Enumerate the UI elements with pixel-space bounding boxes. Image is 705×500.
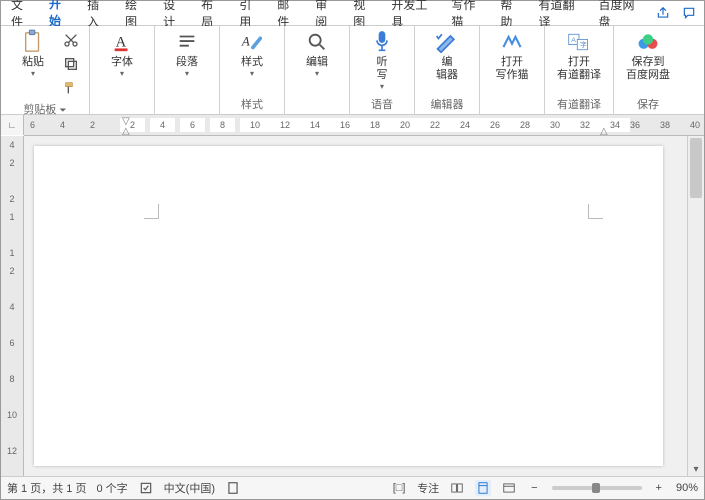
font-button[interactable]: A 字体 ▾ xyxy=(96,28,148,80)
group-voice-label: 语音 xyxy=(371,95,393,114)
styles-icon: A xyxy=(240,30,264,54)
zoom-in-button[interactable]: + xyxy=(652,482,666,494)
edit-button[interactable]: 编辑 ▾ xyxy=(291,28,343,80)
chevron-down-icon: ▾ xyxy=(315,69,319,78)
zoom-out-button[interactable]: − xyxy=(527,482,541,494)
dictate-button[interactable]: 听 写 ▾ xyxy=(356,28,408,93)
menu-bar: 文件 开始 插入 绘图 设计 布局 引用 邮件 审阅 视图 开发工具 写作猫 帮… xyxy=(1,1,704,26)
document-area[interactable] xyxy=(24,136,687,476)
comments-button[interactable] xyxy=(676,3,702,23)
paragraph-button[interactable]: 段落 ▾ xyxy=(161,28,213,80)
svg-text:A: A xyxy=(571,37,576,44)
vertical-ruler[interactable]: 42211246810124 xyxy=(1,136,24,476)
group-xiezuomao: 打开 写作猫 xyxy=(480,26,545,114)
styles-label: 样式 xyxy=(241,56,263,69)
editor-label: 编 辑器 xyxy=(436,56,458,82)
clipboard-icon xyxy=(21,30,45,54)
web-layout-icon[interactable] xyxy=(501,480,517,496)
group-youdao-label: 有道翻译 xyxy=(557,95,601,114)
editor-button[interactable]: 编 辑器 xyxy=(421,28,473,84)
zoom-slider[interactable] xyxy=(552,486,642,490)
chevron-down-icon: ▾ xyxy=(250,69,254,78)
styles-button[interactable]: A 样式 ▾ xyxy=(226,28,278,80)
proofing-icon[interactable] xyxy=(138,480,154,496)
baidu-cloud-icon xyxy=(636,30,660,54)
vertical-scrollbar[interactable]: ▴ ▾ xyxy=(687,136,704,476)
status-bar: 第 1 页，共 1 页 0 个字 中文(中国) [□] 专注 − + 90% xyxy=(1,476,704,499)
editor-icon xyxy=(435,30,459,54)
group-edit: 编辑 ▾ xyxy=(285,26,350,114)
group-baidu: 保存到 百度网盘 保存 xyxy=(614,26,682,114)
group-editor-label: 编辑器 xyxy=(431,95,464,114)
dictate-label: 听 写 xyxy=(377,56,388,82)
svg-text:字: 字 xyxy=(580,40,587,49)
share-button[interactable] xyxy=(651,3,677,23)
font-icon: A xyxy=(110,30,134,54)
xiezuomao-label: 打开 写作猫 xyxy=(496,56,529,82)
status-focus[interactable]: 专注 xyxy=(417,480,439,496)
group-styles-label: 样式 xyxy=(241,95,263,114)
chevron-down-icon: ▾ xyxy=(31,69,35,78)
paste-label: 粘贴 xyxy=(22,56,44,69)
edit-label: 编辑 xyxy=(306,56,328,69)
group-youdao: A字 打开 有道翻译 有道翻译 xyxy=(545,26,614,114)
svg-text:A: A xyxy=(241,35,250,49)
ruler-corner[interactable]: ∟ xyxy=(1,115,24,135)
scroll-down-arrow[interactable]: ▾ xyxy=(688,462,704,476)
chevron-down-icon: ▾ xyxy=(380,82,384,91)
group-styles: A 样式 ▾ 样式 xyxy=(220,26,285,114)
group-voice: 听 写 ▾ 语音 xyxy=(350,26,415,114)
print-layout-icon[interactable] xyxy=(475,480,491,496)
read-mode-icon[interactable] xyxy=(449,480,465,496)
focus-mode-icon[interactable]: [□] xyxy=(391,480,407,496)
svg-text:A: A xyxy=(116,35,127,51)
horizontal-ruler[interactable]: 642246810121416182022242628303234363840▽… xyxy=(24,115,704,136)
margin-mark-tr xyxy=(588,204,603,219)
search-icon xyxy=(305,30,329,54)
format-painter-button[interactable] xyxy=(61,78,81,98)
font-label: 字体 xyxy=(111,56,133,69)
paragraph-icon xyxy=(175,30,199,54)
zoom-knob[interactable] xyxy=(592,483,600,493)
group-clipboard: 粘贴 ▾ 剪贴板 ⏷ xyxy=(1,26,90,114)
youdao-label: 打开 有道翻译 xyxy=(557,56,601,82)
status-language[interactable]: 中文(中国) xyxy=(164,480,215,496)
status-page[interactable]: 第 1 页，共 1 页 xyxy=(7,480,86,496)
paste-button[interactable]: 粘贴 ▾ xyxy=(7,28,59,80)
baidu-button[interactable]: 保存到 百度网盘 xyxy=(620,28,676,84)
cut-button[interactable] xyxy=(61,30,81,50)
margin-mark-tl xyxy=(144,204,159,219)
accessibility-icon[interactable] xyxy=(225,480,241,496)
chevron-down-icon: ▾ xyxy=(120,69,124,78)
scroll-thumb[interactable] xyxy=(690,138,702,198)
zoom-level[interactable]: 90% xyxy=(676,482,698,494)
group-paragraph: 段落 ▾ xyxy=(155,26,220,114)
group-editor: 编 辑器 编辑器 xyxy=(415,26,480,114)
xiezuomao-icon xyxy=(500,30,524,54)
microphone-icon xyxy=(370,30,394,54)
baidu-label: 保存到 百度网盘 xyxy=(626,56,670,82)
chevron-down-icon: ▾ xyxy=(185,69,189,78)
copy-button[interactable] xyxy=(61,54,81,74)
workspace: 42211246810124 ▴ ▾ xyxy=(1,136,704,476)
paragraph-label: 段落 xyxy=(176,56,198,69)
status-words[interactable]: 0 个字 xyxy=(96,480,127,496)
group-font: A 字体 ▾ xyxy=(90,26,155,114)
xiezuomao-button[interactable]: 打开 写作猫 xyxy=(486,28,538,84)
page[interactable] xyxy=(34,146,663,466)
ribbon: 粘贴 ▾ 剪贴板 ⏷ A 字体 ▾ xyxy=(1,26,704,115)
youdao-button[interactable]: A字 打开 有道翻译 xyxy=(551,28,607,84)
app-window: 文件 开始 插入 绘图 设计 布局 引用 邮件 审阅 视图 开发工具 写作猫 帮… xyxy=(0,0,705,500)
translate-icon: A字 xyxy=(567,30,591,54)
group-baidu-label: 保存 xyxy=(637,95,659,114)
